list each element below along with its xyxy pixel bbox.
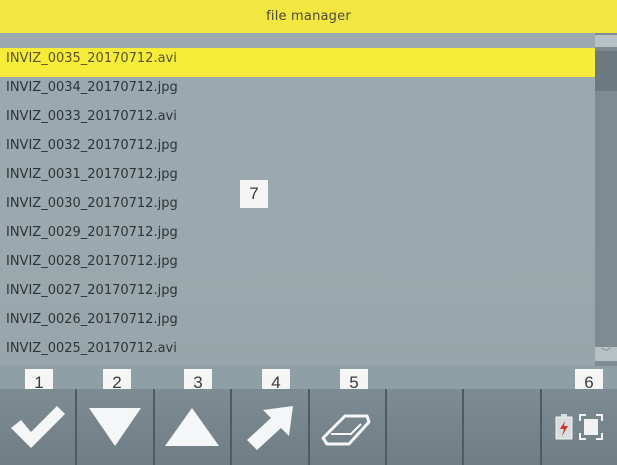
battery-icon <box>555 414 573 440</box>
screen: file manager INVIZ_0035_20170712.avi INVI… <box>0 0 617 465</box>
file-row[interactable]: INVIZ_0027_20170712.jpg <box>0 280 595 309</box>
file-name: INVIZ_0028_20170712.jpg <box>6 254 178 269</box>
confirm-button[interactable] <box>0 389 78 465</box>
scrollbar[interactable]: ﹀ <box>595 33 617 366</box>
empty-button-7[interactable] <box>464 389 542 465</box>
file-name: INVIZ_0025_20170712.avi <box>6 341 177 356</box>
fullscreen-frame-icon <box>579 414 604 440</box>
window-title: file manager <box>266 9 351 24</box>
file-row[interactable]: INVIZ_0033_20170712.avi <box>0 106 595 135</box>
file-list-area[interactable]: INVIZ_0035_20170712.avi INVIZ_0034_201707… <box>0 33 595 366</box>
checkmark-icon <box>10 406 65 448</box>
file-list: INVIZ_0035_20170712.avi INVIZ_0034_201707… <box>0 48 595 367</box>
file-row[interactable]: INVIZ_0030_20170712.jpg <box>0 193 595 222</box>
move-down-button[interactable] <box>77 389 155 465</box>
empty-button-6[interactable] <box>386 389 465 465</box>
eraser-icon <box>321 414 371 446</box>
erase-button[interactable] <box>309 389 387 465</box>
status-icons <box>554 413 604 441</box>
file-row[interactable]: INVIZ_0029_20170712.jpg <box>0 222 595 251</box>
file-row[interactable]: INVIZ_0026_20170712.jpg <box>0 309 595 338</box>
file-name: INVIZ_0033_20170712.avi <box>6 109 177 124</box>
file-row[interactable]: INVIZ_0025_20170712.avi <box>0 338 595 367</box>
file-name: INVIZ_0026_20170712.jpg <box>6 312 178 327</box>
open-button[interactable] <box>232 389 310 465</box>
file-row[interactable]: INVIZ_0028_20170712.jpg <box>0 251 595 280</box>
file-name: INVIZ_0034_20170712.jpg <box>6 80 178 95</box>
file-name: INVIZ_0030_20170712.jpg <box>6 196 178 211</box>
bottom-toolbar <box>0 389 617 465</box>
scroll-up-button[interactable] <box>595 35 617 47</box>
file-row[interactable]: INVIZ_0034_20170712.jpg <box>0 77 595 106</box>
callout-label-7: 7 <box>240 180 268 208</box>
scroll-thumb[interactable] <box>595 51 617 91</box>
move-up-button[interactable] <box>154 389 233 465</box>
status-indicator <box>541 389 617 465</box>
down-triangle-icon <box>89 408 142 446</box>
file-name: INVIZ_0029_20170712.jpg <box>6 225 178 240</box>
file-name: INVIZ_0032_20170712.jpg <box>6 138 178 153</box>
file-name: INVIZ_0027_20170712.jpg <box>6 283 178 298</box>
arrow-up-right-icon <box>246 406 293 450</box>
title-bar: file manager <box>0 0 617 33</box>
file-name: INVIZ_0035_20170712.avi <box>6 51 177 66</box>
file-name: INVIZ_0031_20170712.jpg <box>6 167 178 182</box>
scroll-down-button[interactable]: ﹀ <box>595 347 617 361</box>
up-triangle-icon <box>165 408 220 446</box>
file-row[interactable]: INVIZ_0031_20170712.jpg <box>0 164 595 193</box>
file-row-selected[interactable]: INVIZ_0035_20170712.avi <box>0 48 595 77</box>
file-row[interactable]: INVIZ_0032_20170712.jpg <box>0 135 595 164</box>
